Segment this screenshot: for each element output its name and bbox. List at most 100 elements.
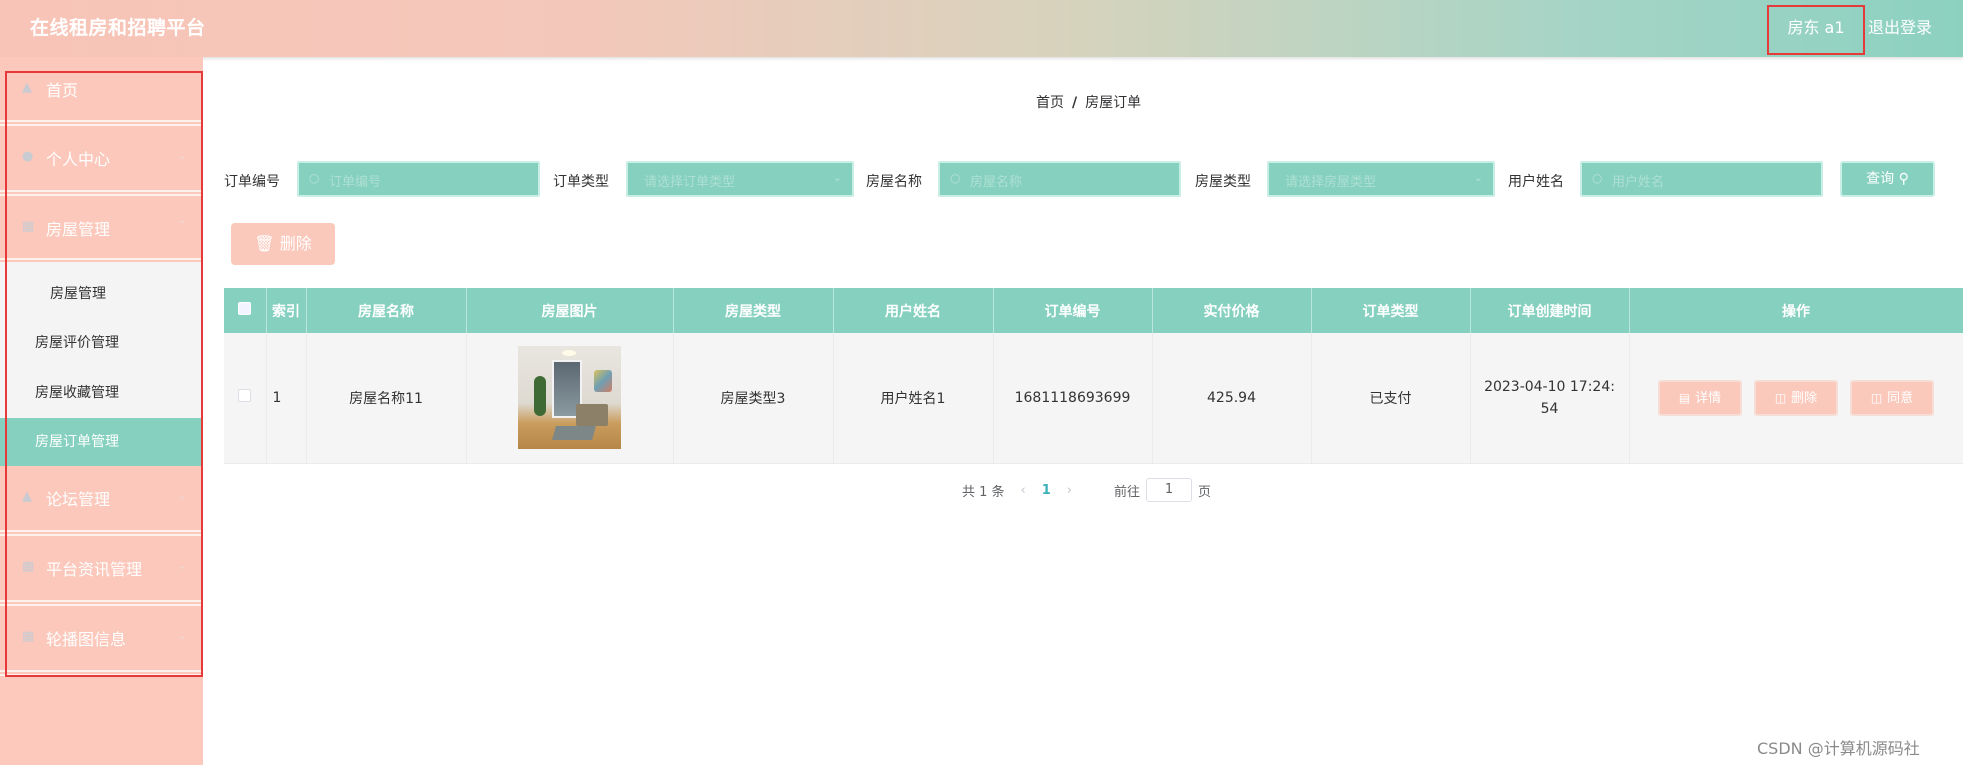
house-type-cell: 房屋类型3 [673, 333, 834, 464]
order-type-cell: 已支付 [1311, 333, 1471, 464]
ceiling-lamp [562, 350, 576, 357]
house-photo[interactable] [518, 346, 621, 450]
order-no-label: 订单编号 [224, 174, 280, 190]
column-header: 订单编号 [993, 288, 1153, 333]
chevron-down-icon: ⌄ [832, 171, 842, 184]
user-name-placeholder: 用户姓名 [1612, 175, 1665, 190]
delete-button[interactable]: ◫ 删除 [1754, 379, 1838, 416]
forum-icon: ▲ [22, 489, 32, 504]
sidebar-item-personal-center[interactable]: ● 个人中心 ⌄ [0, 126, 203, 190]
order-no-cell: 1681118693699 [993, 333, 1153, 464]
sidebar-item-label: 首页 [46, 81, 79, 100]
search-icon: ○ [1592, 171, 1603, 185]
delete-label: 删除 [1791, 390, 1818, 406]
approve-button[interactable]: ◫ 同意 [1850, 379, 1934, 416]
sofa [576, 404, 608, 427]
chevron-down-icon: ⌄ [176, 488, 187, 502]
chevron-down-icon: ⌄ [176, 628, 187, 642]
trash-icon: ◫ [1774, 390, 1787, 405]
table-row: 1 房屋名称11 房屋类型3 用户姓名1 1681118693699 425.9… [224, 333, 1963, 464]
chevron-up-icon: ⌃ [176, 218, 187, 232]
page-suffix: 页 [1198, 484, 1212, 500]
sidebar-item-home[interactable]: ▲ 首页 [0, 57, 203, 121]
submenu-item-house-favorites[interactable]: 房屋收藏管理 [0, 369, 203, 417]
select-all-header [224, 288, 267, 333]
order-type-label: 订单类型 [553, 174, 609, 190]
select-all-checkbox[interactable] [238, 302, 252, 315]
chevron-down-icon: ⌄ [1473, 171, 1483, 184]
sidebar-item-news[interactable]: ▦ 平台资讯管理 ⌄ [0, 536, 203, 600]
orders-table: 索引 房屋名称 房屋图片 房屋类型 用户姓名 订单编号 实付价格 订单类型 订单… [224, 288, 1963, 464]
watermark: CSDN @计算机源码社 [1757, 739, 1920, 758]
house-name-placeholder: 房屋名称 [970, 175, 1023, 190]
batch-delete-button[interactable]: 🗑 删除 [231, 223, 335, 265]
trash-icon: 🗑 [254, 234, 275, 253]
wall-art [594, 370, 612, 393]
breadcrumb-home[interactable]: 首页 [1036, 95, 1064, 111]
app-title: 在线租房和招聘平台 [30, 17, 206, 39]
grid-icon: ▦ [22, 219, 35, 234]
column-header: 订单类型 [1311, 288, 1471, 333]
price-cell: 425.94 [1152, 333, 1312, 464]
logout-button[interactable]: 退出登录 [1868, 14, 1932, 38]
sidebar-item-label: 轮播图信息 [46, 630, 127, 649]
search-button-label: 查询 [1866, 171, 1895, 187]
order-type-placeholder: 请选择订单类型 [644, 175, 736, 190]
order-type-select[interactable]: 请选择订单类型 ⌄ [626, 161, 854, 197]
column-header: 用户姓名 [833, 288, 994, 333]
pagination: 共 1 条 ‹ 1 › 前往 1 页 [962, 478, 1211, 502]
house-type-label: 房屋类型 [1195, 174, 1251, 190]
row-select-cell [224, 333, 267, 464]
grid-icon: ▦ [22, 629, 35, 644]
rug [552, 426, 596, 441]
sidebar-item-label: 论坛管理 [46, 490, 111, 509]
user-name-input[interactable]: ○ 用户姓名 [1580, 161, 1823, 197]
document-icon: ▤ [1678, 390, 1691, 405]
submenu-item-house-reviews[interactable]: 房屋评价管理 [0, 319, 203, 367]
order-no-input[interactable]: ○ 订单编号 [297, 161, 540, 197]
goto-page-input[interactable]: 1 [1146, 478, 1193, 502]
sidebar-item-forum[interactable]: ▲ 论坛管理 ⌄ [0, 466, 203, 530]
sidebar-item-label: 个人中心 [46, 150, 111, 169]
house-submenu: 房屋管理 房屋评价管理 房屋收藏管理 房屋订单管理 [0, 262, 203, 466]
top-header: 在线租房和招聘平台 房东 a1 退出登录 [0, 0, 1963, 57]
submenu-item-house-management[interactable]: 房屋管理 [0, 270, 203, 318]
house-type-select[interactable]: 请选择房屋类型 ⌄ [1267, 161, 1495, 197]
chevron-down-icon: ⌄ [176, 558, 187, 572]
goto-label: 前往 [1114, 484, 1141, 500]
chevron-down-icon: ⌄ [176, 148, 187, 162]
table-header-row: 索引 房屋名称 房屋图片 房屋类型 用户姓名 订单编号 实付价格 订单类型 订单… [224, 288, 1963, 333]
details-button[interactable]: ▤ 详情 [1658, 379, 1742, 416]
column-header: 订单创建时间 [1470, 288, 1630, 333]
breadcrumb-separator: / [1072, 95, 1078, 111]
search-icon: ⚲ [1898, 171, 1909, 187]
user-icon: ● [22, 149, 34, 164]
prev-page-icon[interactable]: ‹ [1021, 483, 1026, 498]
details-label: 详情 [1695, 390, 1722, 406]
grid-icon: ▦ [22, 559, 35, 574]
approve-label: 同意 [1887, 390, 1914, 406]
total-count: 共 1 条 [962, 484, 1005, 500]
user-account-label[interactable]: 房东 a1 [1767, 5, 1865, 55]
house-name-input[interactable]: ○ 房屋名称 [938, 161, 1181, 197]
home-icon: ▲ [22, 80, 32, 95]
sidebar-item-house-management[interactable]: ▦ 房屋管理 ⌃ [0, 196, 203, 260]
column-header: 实付价格 [1152, 288, 1312, 333]
plant [534, 376, 546, 417]
next-page-icon[interactable]: › [1067, 483, 1072, 498]
created-at-text: 2023-04-10 17:24:54 [1484, 378, 1615, 417]
submenu-item-house-orders[interactable]: 房屋订单管理 [0, 418, 203, 466]
breadcrumb-current: 房屋订单 [1085, 95, 1142, 111]
row-checkbox[interactable] [238, 389, 252, 403]
house-name-label: 房屋名称 [866, 174, 922, 190]
breadcrumb: 首页 / 房屋订单 [1036, 92, 1141, 112]
menu-divider [0, 670, 203, 676]
search-icon: ○ [309, 171, 320, 185]
search-button[interactable]: 查询 ⚲ [1840, 161, 1935, 197]
current-page[interactable]: 1 [1042, 483, 1051, 498]
batch-delete-label: 删除 [279, 234, 312, 253]
user-name-cell: 用户姓名1 [833, 333, 994, 464]
house-image-cell [466, 333, 674, 464]
sidebar-item-carousel[interactable]: ▦ 轮播图信息 ⌄ [0, 606, 203, 670]
created-at-cell: 2023-04-10 17:24:54 [1470, 333, 1630, 464]
